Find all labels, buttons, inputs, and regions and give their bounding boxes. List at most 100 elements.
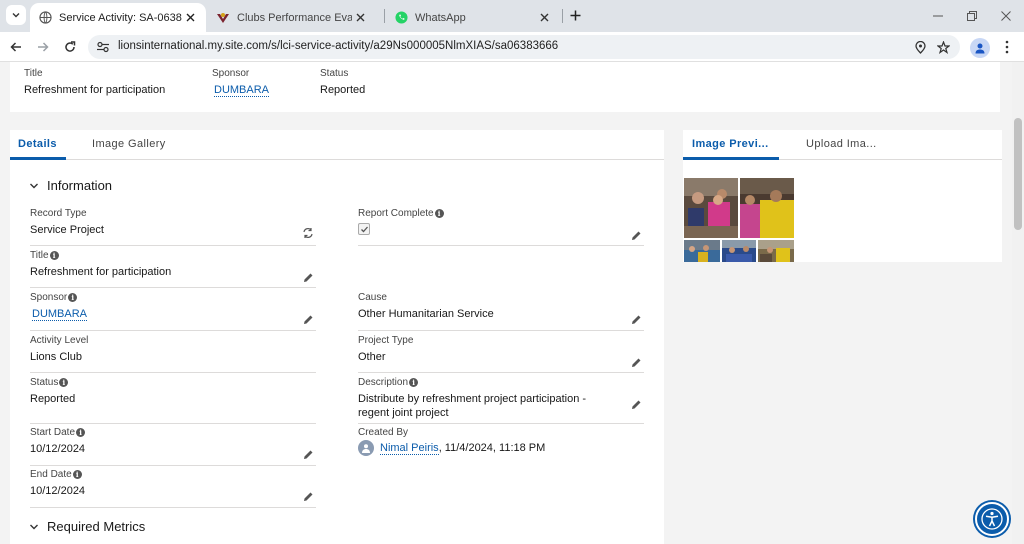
field-title: Title i Refreshment for participation [30, 250, 316, 288]
info-icon[interactable]: i [72, 470, 82, 479]
change-record-type-icon[interactable] [302, 227, 314, 239]
chevron-down-icon [12, 13, 20, 18]
created-by-user-link[interactable]: Nimal Peiris [380, 441, 439, 455]
field-status: Status i Reported [30, 377, 316, 424]
more-vertical-icon [1005, 40, 1009, 54]
arrow-right-icon [38, 42, 49, 52]
field-label: End Date [30, 469, 72, 480]
close-icon [1001, 11, 1011, 21]
tab-title: Service Activity: SA-06383666 [59, 11, 182, 24]
accessibility-icon [981, 508, 1003, 530]
gallery-image[interactable] [684, 178, 738, 238]
page-content: Title Refreshment for participation Spon… [0, 62, 1012, 544]
info-icon[interactable]: i [59, 378, 69, 387]
field-label: Project Type [358, 335, 414, 346]
tab-title: Clubs Performance Evaluation S [237, 11, 352, 24]
pencil-icon[interactable] [302, 271, 314, 283]
gallery-image[interactable] [722, 240, 756, 262]
tab-details[interactable]: Details [18, 138, 57, 150]
chevron-down-icon [28, 521, 40, 533]
field-label: Created By [358, 427, 409, 438]
tab-image-gallery[interactable]: Image Gallery [92, 138, 166, 150]
gallery-image[interactable] [758, 240, 794, 262]
location-pin-icon[interactable] [912, 39, 928, 55]
pencil-icon[interactable] [302, 490, 314, 502]
close-icon[interactable] [182, 10, 198, 26]
field-description: Description i Distribute by refreshment p… [358, 377, 644, 424]
forward-button[interactable] [33, 37, 53, 57]
info-icon[interactable]: i [49, 251, 59, 260]
field-label: Sponsor [30, 292, 68, 303]
globe-icon [38, 11, 52, 25]
browser-tab-whatsapp[interactable]: WhatsApp [386, 3, 560, 32]
arrow-left-icon [10, 42, 21, 52]
back-button[interactable] [6, 37, 26, 57]
field-value: Reported [30, 393, 76, 405]
tab-image-preview[interactable]: Image Previ... [692, 138, 769, 150]
pencil-icon[interactable] [302, 448, 314, 460]
field-label: Description [358, 377, 409, 388]
restore-button[interactable] [962, 6, 982, 26]
user-icon [362, 444, 370, 453]
details-tabset: Details Image Gallery [10, 130, 664, 160]
bookmark-star-icon[interactable] [935, 39, 951, 55]
address-bar[interactable]: lionsinternational.my.site.com/s/lci-ser… [88, 35, 960, 59]
scrollbar-thumb[interactable] [1014, 118, 1022, 230]
field-activity-level: Activity Level Lions Club [30, 335, 316, 373]
accessibility-button[interactable] [975, 502, 1009, 536]
reload-button[interactable] [60, 37, 80, 57]
profile-avatar[interactable] [970, 38, 990, 58]
sponsor-link[interactable]: DUMBARA [32, 308, 88, 321]
restore-icon [967, 11, 977, 21]
field-label: Title [30, 250, 49, 261]
field-label: Report Complete [358, 208, 434, 219]
new-tab-button[interactable] [566, 6, 584, 24]
highlight-sponsor-label: Sponsor [212, 68, 250, 79]
pencil-icon[interactable] [630, 313, 642, 325]
field-value: Other Humanitarian Service [358, 308, 494, 320]
active-tab-indicator [683, 157, 779, 160]
gallery-image[interactable] [684, 240, 720, 262]
info-icon[interactable]: i [76, 428, 86, 437]
highlight-title-label: Title [24, 68, 43, 79]
close-icon[interactable] [536, 10, 552, 26]
info-icon[interactable]: i [409, 378, 419, 387]
browser-tab-clubs-performance[interactable]: Clubs Performance Evaluation S [208, 3, 376, 32]
info-icon[interactable]: i [434, 209, 444, 218]
field-value: Lions Club [30, 351, 82, 363]
close-window-button[interactable] [996, 6, 1016, 26]
highlight-status: Status Reported [320, 68, 365, 96]
pencil-icon[interactable] [630, 356, 642, 368]
browser-tab-bar: Service Activity: SA-06383666 Clubs Perf… [0, 0, 1024, 32]
pencil-icon[interactable] [630, 229, 642, 241]
minimize-button[interactable] [928, 6, 948, 26]
url-text: lionsinternational.my.site.com/s/lci-ser… [118, 40, 559, 52]
minimize-icon [933, 15, 943, 17]
page-scrollbar[interactable] [1012, 62, 1024, 544]
pencil-icon[interactable] [302, 313, 314, 325]
checkmark-icon [360, 226, 368, 232]
browser-tab-service-activity[interactable]: Service Activity: SA-06383666 [30, 3, 206, 32]
active-tab-indicator [10, 157, 66, 160]
highlight-sponsor-link[interactable]: DUMBARA [214, 84, 270, 97]
section-required-metrics-toggle[interactable]: Required Metrics [28, 519, 145, 534]
browser-menu-button[interactable] [998, 38, 1016, 56]
pencil-icon[interactable] [630, 398, 642, 410]
close-icon[interactable] [352, 10, 368, 26]
gallery-image[interactable] [740, 178, 794, 238]
tab-title: WhatsApp [415, 11, 466, 24]
tab-upload-image[interactable]: Upload Ima... [806, 138, 877, 150]
record-highlights: Title Refreshment for participation Spon… [10, 62, 1000, 112]
section-required-metrics-title: Required Metrics [47, 519, 146, 534]
field-start-date: Start Date i 10/12/2024 [30, 427, 316, 466]
field-label: Status [30, 377, 59, 388]
highlight-status-label: Status [320, 68, 349, 79]
field-label: Cause [358, 292, 387, 303]
site-settings-icon[interactable] [96, 40, 110, 57]
tab-search-button[interactable] [6, 5, 26, 25]
field-value: 10/12/2024 [30, 443, 86, 455]
user-icon [975, 43, 985, 54]
field-project-type: Project Type Other [358, 335, 644, 373]
info-icon[interactable]: i [68, 293, 78, 302]
section-information-toggle[interactable]: Information [28, 178, 112, 193]
